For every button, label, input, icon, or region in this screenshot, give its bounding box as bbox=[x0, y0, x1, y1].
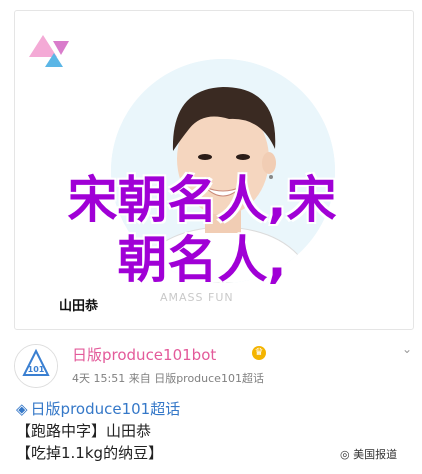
svg-text:101: 101 bbox=[28, 365, 45, 374]
overlay-line-2: 朝名人, bbox=[117, 231, 287, 289]
post-line-2: 【跑路中字】山田恭 bbox=[16, 422, 152, 440]
photo-watermark: AMASS FUN bbox=[160, 291, 234, 304]
overlay-line-1: 宋朝名人,宋 bbox=[67, 171, 337, 229]
decor-triangle-magenta bbox=[53, 41, 69, 55]
chevron-down-icon[interactable]: ⌄ bbox=[402, 343, 412, 355]
author-avatar[interactable]: 101 bbox=[14, 344, 58, 388]
photo-name-caption: 山田恭 bbox=[59, 299, 99, 314]
topic-tag-text[interactable]: 日版produce101超话 bbox=[31, 400, 181, 418]
post-meta: 4天 15:51 来自 日版produce101超话 bbox=[72, 372, 264, 385]
produce101-logo-icon: 101 bbox=[15, 345, 57, 387]
wechat-source-label: 美国报道 bbox=[353, 448, 398, 461]
post-author-name[interactable]: 日版produce101bot bbox=[72, 344, 216, 365]
topic-tag-line[interactable]: ◈ 日版produce101超话 bbox=[16, 398, 408, 420]
decor-triangle-blue bbox=[45, 53, 63, 67]
topic-diamond-icon: ◈ bbox=[16, 400, 28, 418]
overlay-title: 宋朝名人,宋 朝名人, bbox=[22, 170, 382, 290]
wechat-source-badge: ◎ 美国报道 bbox=[340, 448, 398, 461]
verified-crown-icon: ♛ bbox=[252, 346, 266, 360]
